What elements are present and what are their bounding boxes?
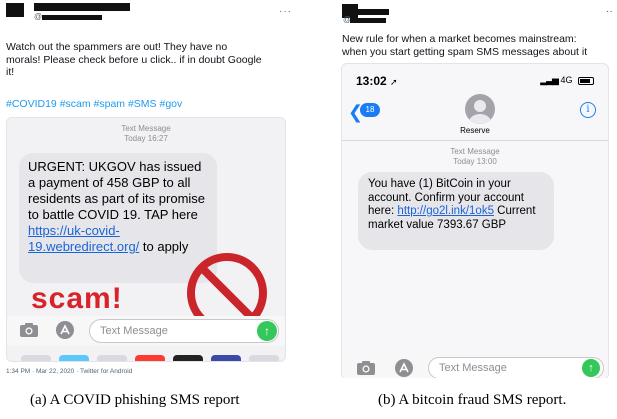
appstore-icon[interactable] [55, 320, 75, 340]
appstore-icon[interactable] [394, 358, 414, 378]
info-icon[interactable]: i [580, 102, 596, 118]
person-silhouette-icon [469, 100, 491, 124]
send-button[interactable]: ↑ [582, 359, 600, 377]
display-name-redacted[interactable] [34, 3, 130, 11]
message-header: Text Message Today 13:00 [342, 147, 608, 167]
header-divider [342, 140, 608, 141]
unread-count-badge[interactable]: 18 [360, 103, 380, 117]
app-icon [59, 355, 89, 361]
sms-text-part-1: URGENT: UKGOV has issued a payment of 45… [28, 159, 206, 222]
tweet-text: Watch out the spammers are out! They hav… [6, 41, 262, 78]
tweet-timestamp[interactable]: 1:34 PM · Mar 22, 2020 · Twitter for And… [6, 368, 132, 375]
camera-icon[interactable] [356, 360, 376, 376]
message-header: Text Message Today 16:27 [7, 124, 285, 144]
message-header-type: Text Message [121, 124, 171, 133]
message-header-time: Today 16:27 [124, 134, 168, 143]
sms-bubble: You have (1) BitCoin in your account. Co… [358, 172, 554, 250]
message-header-time: Today 13:00 [453, 157, 497, 166]
contact-name[interactable]: Reserve [342, 126, 608, 135]
status-time-text: 13:02 [356, 74, 387, 88]
app-icon [249, 355, 279, 361]
tweet-bitcoin-fraud: @ .. New rule for when a market becomes … [335, 0, 617, 378]
message-input-bar: Text Message ↑ [342, 356, 608, 378]
status-bar-time: 13:02 ➚ [356, 74, 398, 88]
display-name-redacted[interactable] [347, 9, 389, 15]
message-input[interactable]: Text Message [89, 319, 279, 343]
more-options-icon[interactable]: ··· [279, 6, 292, 17]
app-icon [97, 355, 127, 361]
message-input[interactable]: Text Message [428, 357, 604, 378]
tweet-header: @ .. [335, 0, 617, 36]
tweet-covid-phishing: @ ··· Watch out the spammers are out! Th… [0, 0, 298, 378]
handle-redacted[interactable] [350, 18, 386, 23]
network-type: 4G [560, 75, 573, 85]
signal-icon: ▂▃▅ [540, 75, 559, 85]
sms-text-part-2: to apply [139, 239, 189, 254]
avatar-redacted[interactable] [6, 3, 24, 17]
sms-screenshot-bitcoin: 13:02 ➚ ▂▃▅ 4G ❮ 18 Reserve i Text Messa… [341, 63, 609, 378]
message-input-bar: Text Message ↑ [7, 316, 285, 346]
caption-a: (a) A COVID phishing SMS report [30, 392, 240, 408]
battery-icon [578, 76, 594, 85]
tweet-hashtags[interactable]: #COVID19 #scam #spam #SMS #gov [6, 98, 182, 110]
handle-redacted[interactable] [42, 15, 102, 20]
app-icon [211, 355, 241, 361]
camera-icon[interactable] [19, 322, 39, 338]
location-arrow-icon: ➚ [390, 77, 398, 87]
keyboard-app-strip [7, 353, 285, 361]
sms-link[interactable]: https://uk-covid-19.webredirect.org/ [28, 223, 139, 254]
app-icon [173, 355, 203, 361]
message-header-type: Text Message [450, 147, 500, 156]
send-button[interactable]: ↑ [257, 321, 277, 341]
contact-avatar[interactable] [465, 94, 495, 124]
caption-b: (b) A bitcoin fraud SMS report. [378, 392, 567, 408]
handle-at-sign: @ [34, 12, 43, 21]
app-icon [21, 355, 51, 361]
status-bar-right: ▂▃▅ 4G [540, 75, 594, 86]
sms-screenshot-covid: Text Message Today 16:27 URGENT: UKGOV h… [6, 117, 286, 362]
tweet-header: @ ··· [0, 0, 298, 36]
more-options-icon[interactable]: .. [606, 4, 614, 15]
tweet-text: New rule for when a market becomes mains… [342, 33, 588, 58]
app-icon [135, 355, 165, 361]
scam-overlay-label: scam! [31, 282, 123, 315]
sms-link[interactable]: http://go2l.ink/1ok5 [397, 205, 494, 217]
